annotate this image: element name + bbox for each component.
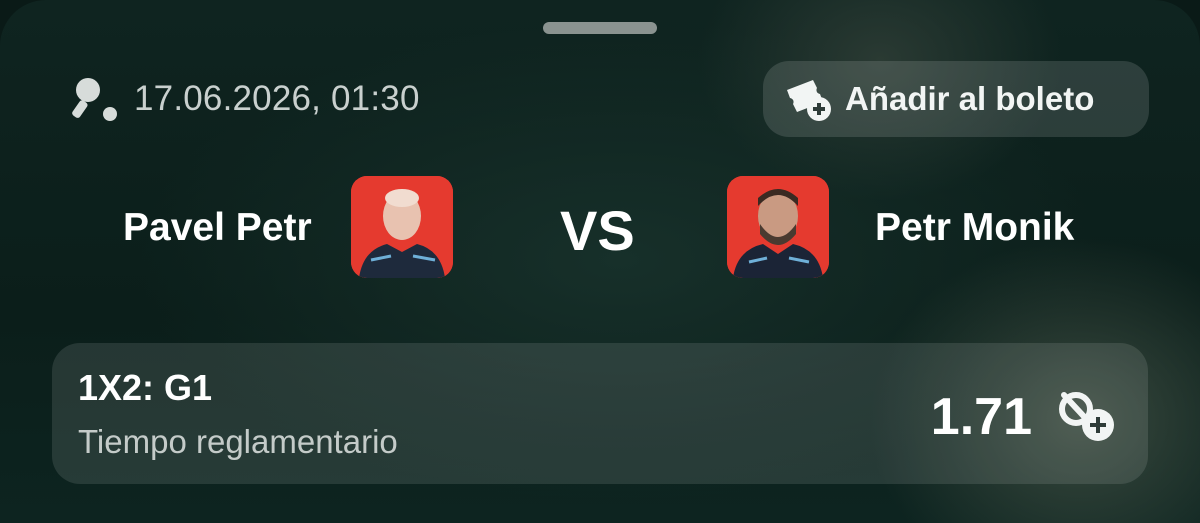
- add-to-slip-icon[interactable]: [1056, 389, 1118, 443]
- bet-sheet: 17.06.2026, 01:30 Añadir al boleto Pavel…: [0, 0, 1200, 523]
- market-title: 1X2: G1: [78, 367, 213, 408]
- event-datetime: 17.06.2026, 01:30: [134, 79, 420, 118]
- add-to-betslip-button[interactable]: Añadir al boleto: [763, 61, 1149, 137]
- add-to-betslip-label: Añadir al boleto: [845, 80, 1095, 117]
- ticket-add-icon: [787, 80, 831, 121]
- player2-avatar: [727, 176, 829, 278]
- market-row[interactable]: 1X2: G1 Tiempo reglamentario 1.71: [52, 343, 1148, 484]
- player2-name: Petr Monik: [875, 206, 1075, 249]
- table-tennis-icon: [72, 78, 117, 121]
- versus-label: VS: [560, 199, 635, 262]
- player1-avatar: [351, 176, 453, 278]
- event-date-row: 17.06.2026, 01:30: [72, 74, 420, 124]
- player1-name: Pavel Petr: [123, 206, 312, 249]
- drag-handle[interactable]: [543, 22, 657, 34]
- odds-value[interactable]: 1.71: [931, 387, 1032, 447]
- market-subtitle: Tiempo reglamentario: [78, 423, 398, 460]
